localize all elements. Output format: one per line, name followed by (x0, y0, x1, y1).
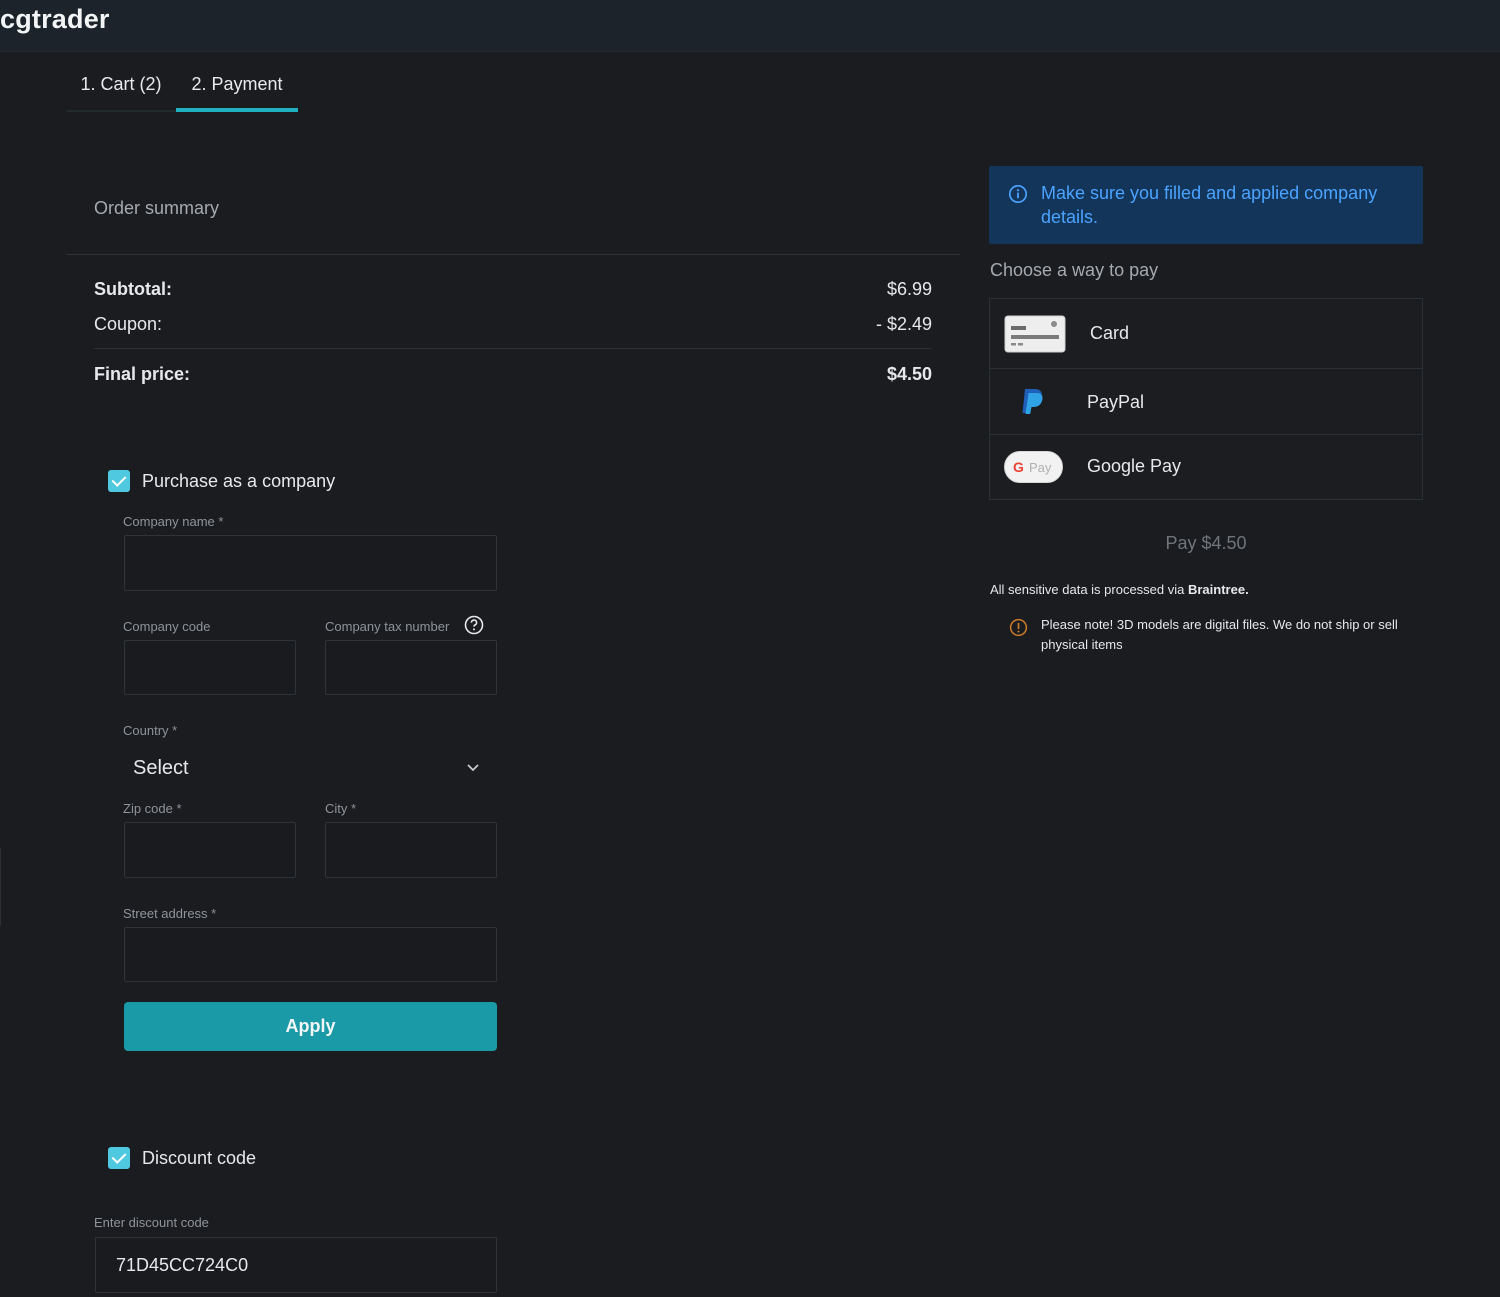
zip-code-label: Zip code * (123, 801, 182, 816)
tab-payment[interactable]: 2. Payment (176, 62, 298, 112)
tab-cart[interactable]: 1. Cart (2) (66, 62, 176, 112)
country-label: Country * (123, 723, 178, 738)
street-address-input[interactable] (124, 927, 497, 982)
discount-code-label[interactable]: Discount code (142, 1148, 256, 1169)
choose-payment-title: Choose a way to pay (990, 260, 1159, 280)
paypal-label: PayPal (1087, 392, 1145, 412)
zip-code-input[interactable] (124, 822, 296, 878)
street-address-label: Street address * (123, 906, 217, 921)
coupon-value: - $2.49 (875, 314, 932, 334)
company-code-label: Company code (123, 619, 211, 634)
company-name-label: Company name * (123, 514, 224, 529)
totals-divider (94, 348, 932, 349)
city-input[interactable] (325, 822, 497, 878)
info-banner-text: Make sure you filled and applied company… (1041, 183, 1378, 227)
company-tax-number-input[interactable] (325, 640, 497, 695)
chevron-down-icon (467, 764, 479, 772)
payment-method-card[interactable]: Card (990, 299, 1422, 369)
credit-card-icon (1004, 315, 1066, 353)
subtotal-value: $6.99 (886, 279, 932, 299)
help-icon[interactable] (464, 615, 484, 635)
pay-button[interactable]: Pay $4.50 (989, 526, 1423, 560)
google-pay-badge-text: Pay (1029, 460, 1052, 475)
left-edge-mark (0, 848, 1, 926)
payment-methods: Card PayPal G Pay Google Pay (989, 298, 1423, 500)
coupon-label: Coupon: (94, 314, 163, 334)
info-icon (1008, 184, 1028, 204)
company-name-input[interactable] (124, 535, 497, 591)
discount-code-checkbox[interactable] (108, 1147, 130, 1169)
digital-files-note: Please note! 3D models are digital files… (1041, 617, 1398, 652)
country-select[interactable]: Select (124, 748, 496, 788)
top-bar: cgtrader (0, 0, 1500, 52)
company-code-input[interactable] (124, 640, 296, 695)
payment-method-google-pay[interactable]: G Pay Google Pay (990, 435, 1422, 499)
card-label: Card (1090, 323, 1130, 343)
apply-button[interactable]: Apply (124, 1002, 497, 1051)
brand-logo[interactable]: cgtrader (0, 4, 110, 35)
warning-icon (1009, 618, 1028, 637)
purchase-as-company-label[interactable]: Purchase as a company (142, 471, 335, 492)
google-pay-label: Google Pay (1087, 456, 1182, 476)
discount-code-input[interactable] (95, 1237, 497, 1293)
city-label: City * (325, 801, 357, 816)
info-banner: Make sure you filled and applied company… (989, 166, 1423, 244)
google-pay-icon: G Pay (1004, 451, 1063, 483)
payment-method-paypal[interactable]: PayPal (990, 369, 1422, 435)
braintree-link: Braintree. (1187, 582, 1249, 597)
final-price-label: Final price: (94, 364, 191, 384)
sensitive-data-note: All sensitive data is processed via Brai… (990, 582, 1249, 597)
country-selected-value: Select (133, 757, 189, 779)
paypal-icon (1022, 389, 1043, 414)
discount-field-label: Enter discount code (94, 1215, 209, 1230)
order-summary-divider (66, 254, 960, 255)
final-price-value: $4.50 (886, 364, 932, 384)
purchase-as-company-checkbox[interactable] (108, 470, 130, 492)
sensitive-data-text: All sensitive data is processed via (990, 582, 1188, 597)
order-summary-title: Order summary (94, 198, 220, 218)
company-tax-number-label: Company tax number (325, 619, 450, 634)
subtotal-label: Subtotal: (94, 279, 172, 299)
